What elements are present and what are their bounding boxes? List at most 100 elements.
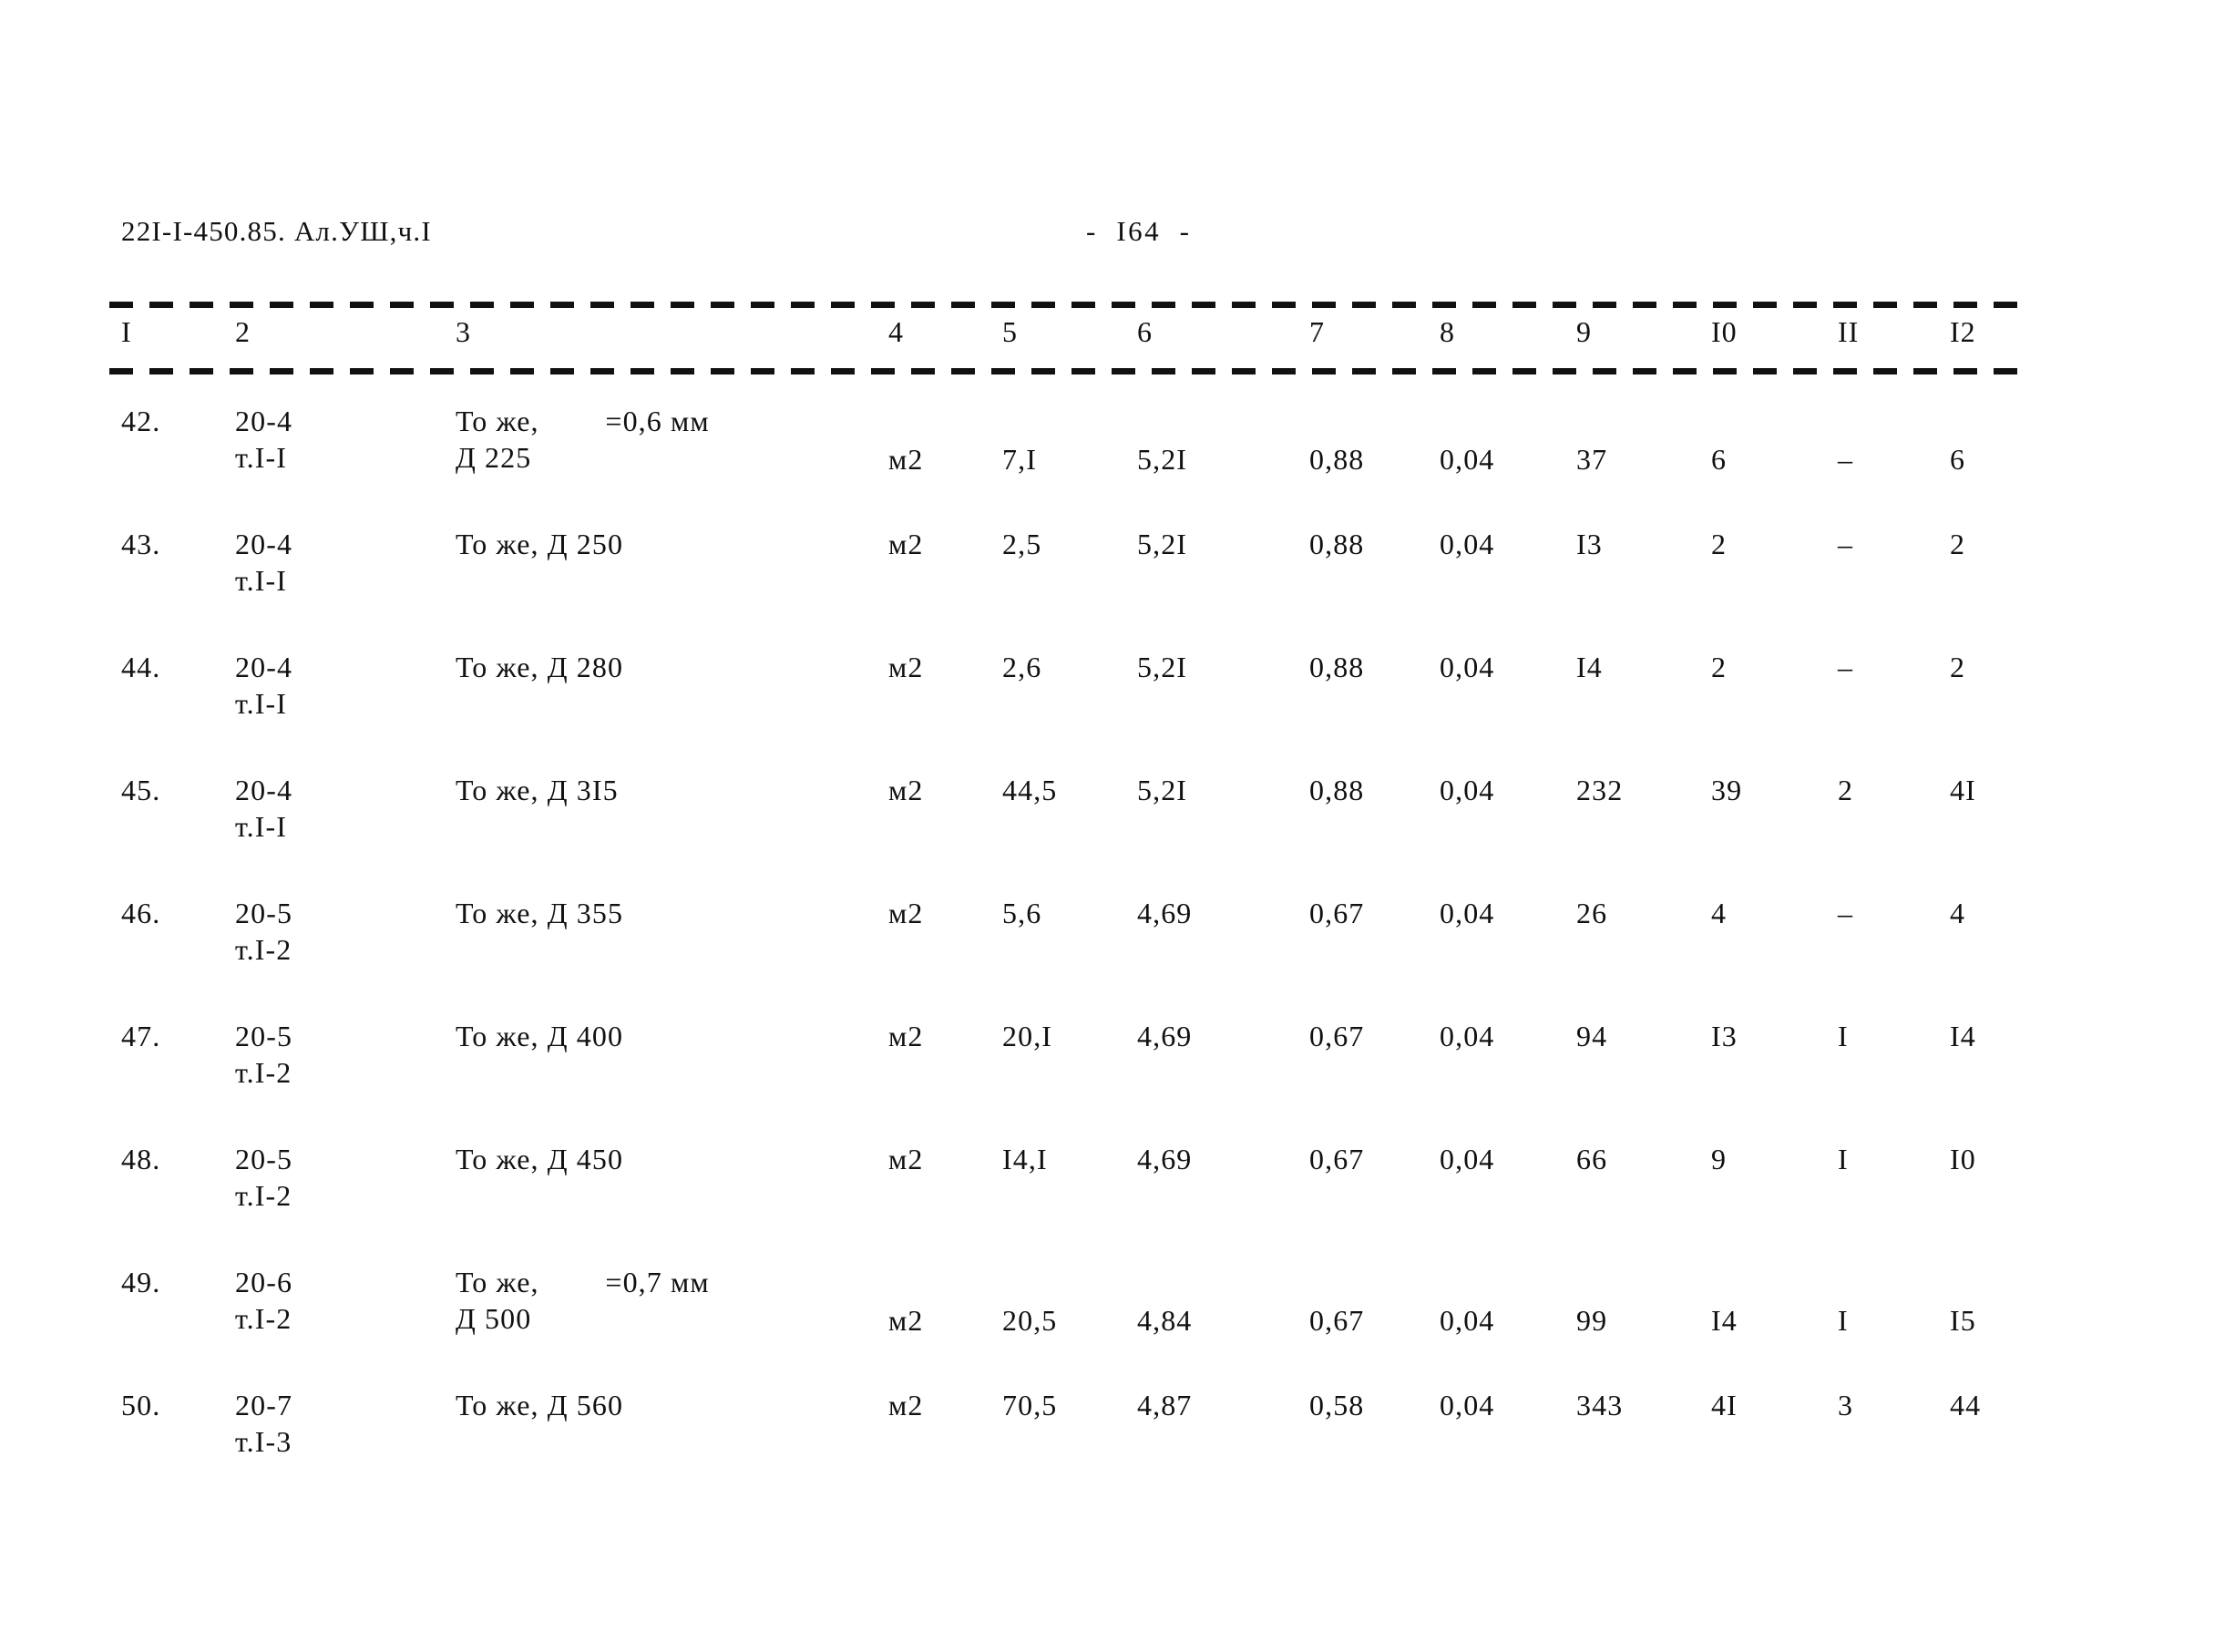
row-value-8: 0,04	[1440, 528, 1495, 560]
row-value-5: 20,5	[1002, 1304, 1058, 1337]
row-code-line1: 20-7	[235, 1389, 293, 1421]
row-value-10: 9	[1711, 1143, 1728, 1175]
row-value-8: 0,04	[1440, 1389, 1495, 1421]
row-value-10: 4	[1711, 897, 1728, 929]
row-value-6: 5,2I	[1137, 651, 1188, 683]
column-number-1: I	[121, 315, 132, 348]
row-code-line1: 20-4	[235, 774, 293, 806]
row-value-8: 0,04	[1440, 897, 1495, 929]
row-value-6: 4,84	[1137, 1304, 1193, 1337]
row-description-line1: То же, Д 560	[456, 1389, 624, 1421]
row-value-12: 2	[1950, 651, 1966, 683]
row-number: 47.	[121, 1020, 161, 1052]
row-value-7: 0,67	[1309, 1304, 1365, 1337]
row-value-11: –	[1838, 528, 1854, 560]
row-value-7: 0,88	[1309, 528, 1365, 560]
row-code-line1: 20-4	[235, 528, 293, 560]
row-number: 46.	[121, 897, 161, 929]
row-value-11: –	[1838, 651, 1854, 683]
row-value-9: 26	[1576, 897, 1608, 929]
table-row: 49. 20-6 т.I-2 То же, =0,7 мм Д 500 м2 2…	[0, 1262, 2225, 1385]
row-unit: м2	[888, 1143, 924, 1175]
column-number-5: 5	[1002, 315, 1018, 348]
row-value-9: 232	[1576, 774, 1624, 806]
row-unit: м2	[888, 1020, 924, 1052]
row-value-6: 5,2I	[1137, 443, 1188, 476]
page-number: - I64 -	[1086, 215, 1192, 247]
row-description-line1: То же, =0,7 мм	[456, 1266, 710, 1298]
row-value-6: 5,2I	[1137, 774, 1188, 806]
row-value-5: 20,I	[1002, 1020, 1053, 1052]
row-unit: м2	[888, 774, 924, 806]
row-value-8: 0,04	[1440, 1304, 1495, 1337]
row-value-5: 70,5	[1002, 1389, 1058, 1421]
row-code-line2: т.I-2	[235, 933, 292, 966]
row-value-10: 4I	[1711, 1389, 1738, 1421]
row-unit: м2	[888, 1304, 924, 1337]
row-code-line2: т.I-I	[235, 687, 288, 720]
table-row: 45. 20-4 т.I-I То же, Д 3I5 м2 44,5 5,2I…	[0, 770, 2225, 893]
row-code-line1: 20-5	[235, 1020, 293, 1052]
row-description-line2: Д 225	[456, 441, 532, 474]
row-value-6: 4,69	[1137, 897, 1193, 929]
row-unit: м2	[888, 443, 924, 476]
row-value-9: 99	[1576, 1304, 1608, 1337]
column-number-3: 3	[456, 315, 471, 348]
row-unit: м2	[888, 528, 924, 560]
row-value-8: 0,04	[1440, 443, 1495, 476]
column-number-7: 7	[1309, 315, 1325, 348]
row-value-7: 0,88	[1309, 774, 1365, 806]
row-value-8: 0,04	[1440, 1143, 1495, 1175]
row-number: 50.	[121, 1389, 161, 1421]
row-value-9: 94	[1576, 1020, 1608, 1052]
row-value-10: 2	[1711, 651, 1728, 683]
row-value-12: 4	[1950, 897, 1966, 929]
row-value-6: 4,69	[1137, 1020, 1193, 1052]
column-number-11: II	[1838, 315, 1860, 348]
row-value-10: I3	[1711, 1020, 1738, 1052]
column-number-6: 6	[1137, 315, 1153, 348]
row-value-9: 66	[1576, 1143, 1608, 1175]
row-value-8: 0,04	[1440, 1020, 1495, 1052]
table-row: 47. 20-5 т.I-2 То же, Д 400 м2 20,I 4,69…	[0, 1016, 2225, 1139]
table-row: 42. 20-4 т.I-I То же, =0,6 мм Д 225 м2 7…	[0, 401, 2225, 524]
row-description-line1: То же, Д 400	[456, 1020, 624, 1052]
row-value-12: I4	[1950, 1020, 1976, 1052]
row-value-9: I4	[1576, 651, 1603, 683]
row-code-line1: 20-6	[235, 1266, 293, 1298]
row-unit: м2	[888, 1389, 924, 1421]
row-value-10: 6	[1711, 443, 1728, 476]
row-description-line1: То же, Д 3I5	[456, 774, 619, 806]
row-code-line2: т.I-2	[235, 1056, 292, 1089]
column-number-2: 2	[235, 315, 251, 348]
row-value-11: I	[1838, 1020, 1849, 1052]
table-row: 50. 20-7 т.I-3 То же, Д 560 м2 70,5 4,87…	[0, 1385, 2225, 1508]
row-value-10: 39	[1711, 774, 1743, 806]
column-number-8: 8	[1440, 315, 1455, 348]
row-value-9: 343	[1576, 1389, 1624, 1421]
row-value-12: 4I	[1950, 774, 1976, 806]
column-number-9: 9	[1576, 315, 1592, 348]
column-number-12: I2	[1950, 315, 1976, 348]
row-value-11: 2	[1838, 774, 1854, 806]
document-header: 22I-I-450.85. Ал.УШ,ч.I - I64 -	[0, 215, 2225, 257]
row-description-line1: То же, Д 280	[456, 651, 624, 683]
row-code-line2: т.I-2	[235, 1179, 292, 1212]
table-row: 43. 20-4 т.I-I То же, Д 250 м2 2,5 5,2I …	[0, 524, 2225, 647]
row-value-6: 4,87	[1137, 1389, 1193, 1421]
row-value-5: 44,5	[1002, 774, 1058, 806]
row-value-12: 44	[1950, 1389, 1982, 1421]
row-value-8: 0,04	[1440, 651, 1495, 683]
row-value-11: 3	[1838, 1389, 1854, 1421]
row-value-5: 5,6	[1002, 897, 1042, 929]
row-description-line1: То же, Д 355	[456, 897, 624, 929]
row-code-line1: 20-4	[235, 405, 293, 437]
row-value-7: 0,67	[1309, 1143, 1365, 1175]
row-number: 49.	[121, 1266, 161, 1298]
row-number: 45.	[121, 774, 161, 806]
row-code-line2: т.I-I	[235, 564, 288, 597]
document-code: 22I-I-450.85. Ал.УШ,ч.I	[121, 215, 432, 247]
row-value-10: I4	[1711, 1304, 1738, 1337]
row-number: 48.	[121, 1143, 161, 1175]
row-number: 44.	[121, 651, 161, 683]
